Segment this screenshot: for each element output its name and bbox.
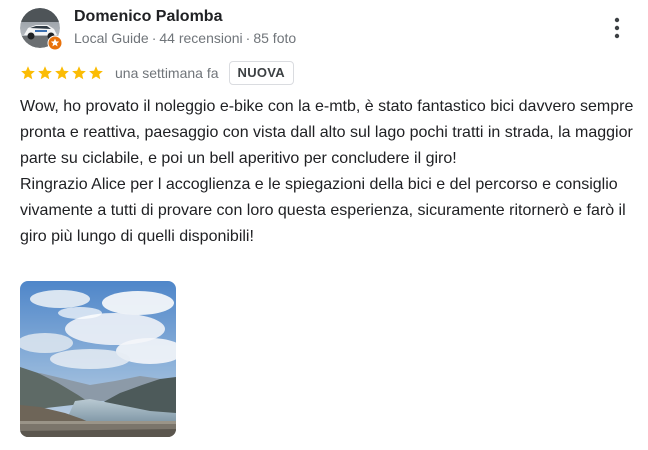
more-options-button[interactable] bbox=[602, 12, 632, 44]
meta-separator: · bbox=[245, 30, 251, 46]
review-date: una settimana fa bbox=[115, 65, 219, 81]
review-paragraph: Ringrazio Alice per l accoglienza e le s… bbox=[20, 176, 626, 245]
author-meta: Local Guide · 44 recensioni · 85 foto bbox=[74, 30, 296, 46]
review-text: Wow, ho provato il noleggio e-bike con l… bbox=[20, 94, 635, 250]
author-reviews-count: 44 recensioni bbox=[159, 30, 243, 46]
review-photo[interactable] bbox=[20, 281, 176, 437]
author-name[interactable]: Domenico Palomba bbox=[74, 8, 222, 26]
meta-separator: · bbox=[151, 30, 157, 46]
new-badge: NUOVA bbox=[228, 61, 294, 85]
author-avatar[interactable] bbox=[20, 8, 63, 51]
star-icon bbox=[55, 66, 69, 80]
author-photos-count: 85 foto bbox=[253, 30, 297, 46]
author-level: Local Guide bbox=[74, 30, 149, 46]
star-icon bbox=[89, 66, 103, 80]
rating-row: una settimana fa NUOVA bbox=[20, 60, 294, 86]
more-vertical-icon bbox=[614, 17, 620, 39]
star-rating bbox=[20, 65, 104, 81]
review-paragraph: Wow, ho provato il noleggio e-bike con l… bbox=[20, 98, 634, 167]
star-icon bbox=[21, 66, 35, 80]
star-icon bbox=[72, 66, 86, 80]
star-icon bbox=[38, 66, 52, 80]
local-guide-badge-icon bbox=[47, 35, 63, 51]
lake-mountain-landscape-photo bbox=[20, 281, 176, 437]
